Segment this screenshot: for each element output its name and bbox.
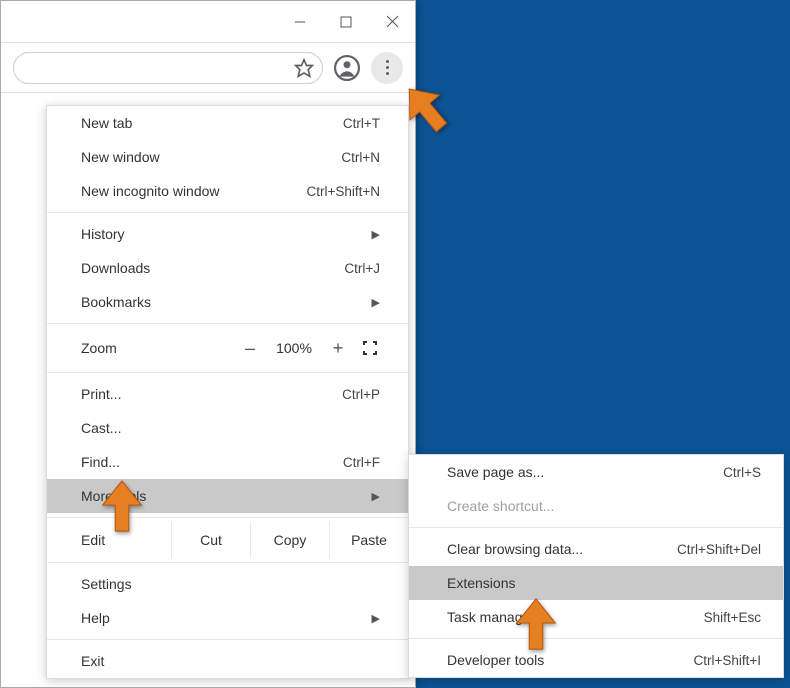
menu-item-new-tab[interactable]: New tab Ctrl+T [47,106,408,140]
menu-item-cast[interactable]: Cast... [47,411,408,445]
menu-item-downloads[interactable]: Downloads Ctrl+J [47,251,408,285]
menu-separator [47,639,408,640]
zoom-in-button[interactable]: + [322,338,354,359]
bookmark-star-icon[interactable] [294,58,314,78]
menu-item-print[interactable]: Print... Ctrl+P [47,377,408,411]
chevron-right-icon: ▶ [372,612,380,625]
edit-paste-button[interactable]: Paste [329,522,408,558]
menu-item-settings[interactable]: Settings [47,567,408,601]
chevron-right-icon: ▶ [372,296,380,309]
edit-cut-button[interactable]: Cut [171,522,250,558]
titlebar [1,1,415,43]
profile-icon[interactable] [333,54,361,82]
fullscreen-button[interactable] [354,340,386,356]
zoom-out-button[interactable]: – [234,338,266,359]
menu-separator [47,323,408,324]
menu-separator [409,638,783,639]
menu-separator [47,372,408,373]
submenu-item-save-page[interactable]: Save page as... Ctrl+S [409,455,783,489]
minimize-button[interactable] [277,1,323,43]
menu-zoom-row: Zoom – 100% + [47,328,408,368]
menu-separator [47,562,408,563]
toolbar [1,43,415,93]
menu-item-new-window[interactable]: New window Ctrl+N [47,140,408,174]
submenu-item-extensions[interactable]: Extensions [409,566,783,600]
menu-separator [47,517,408,518]
zoom-value: 100% [266,340,322,356]
menu-item-find[interactable]: Find... Ctrl+F [47,445,408,479]
address-bar[interactable] [13,52,323,84]
chevron-right-icon: ▶ [372,490,380,503]
submenu-item-clear-data[interactable]: Clear browsing data... Ctrl+Shift+Del [409,532,783,566]
close-button[interactable] [369,1,415,43]
more-tools-submenu: Save page as... Ctrl+S Create shortcut..… [408,454,784,678]
submenu-item-dev-tools[interactable]: Developer tools Ctrl+Shift+I [409,643,783,677]
edit-copy-button[interactable]: Copy [250,522,329,558]
menu-item-new-incognito[interactable]: New incognito window Ctrl+Shift+N [47,174,408,208]
chrome-main-menu: New tab Ctrl+T New window Ctrl+N New inc… [46,105,409,679]
maximize-button[interactable] [323,1,369,43]
chrome-menu-button[interactable] [371,52,403,84]
menu-item-more-tools[interactable]: More tools ▶ [47,479,408,513]
menu-item-history[interactable]: History ▶ [47,217,408,251]
menu-separator [47,212,408,213]
menu-separator [409,527,783,528]
menu-edit-row: Edit Cut Copy Paste [47,522,408,558]
menu-item-exit[interactable]: Exit [47,644,408,678]
menu-item-help[interactable]: Help ▶ [47,601,408,635]
submenu-item-task-manager[interactable]: Task manager Shift+Esc [409,600,783,634]
submenu-item-create-shortcut[interactable]: Create shortcut... [409,489,783,523]
menu-item-bookmarks[interactable]: Bookmarks ▶ [47,285,408,319]
three-dots-icon [386,60,389,75]
chevron-right-icon: ▶ [372,228,380,241]
